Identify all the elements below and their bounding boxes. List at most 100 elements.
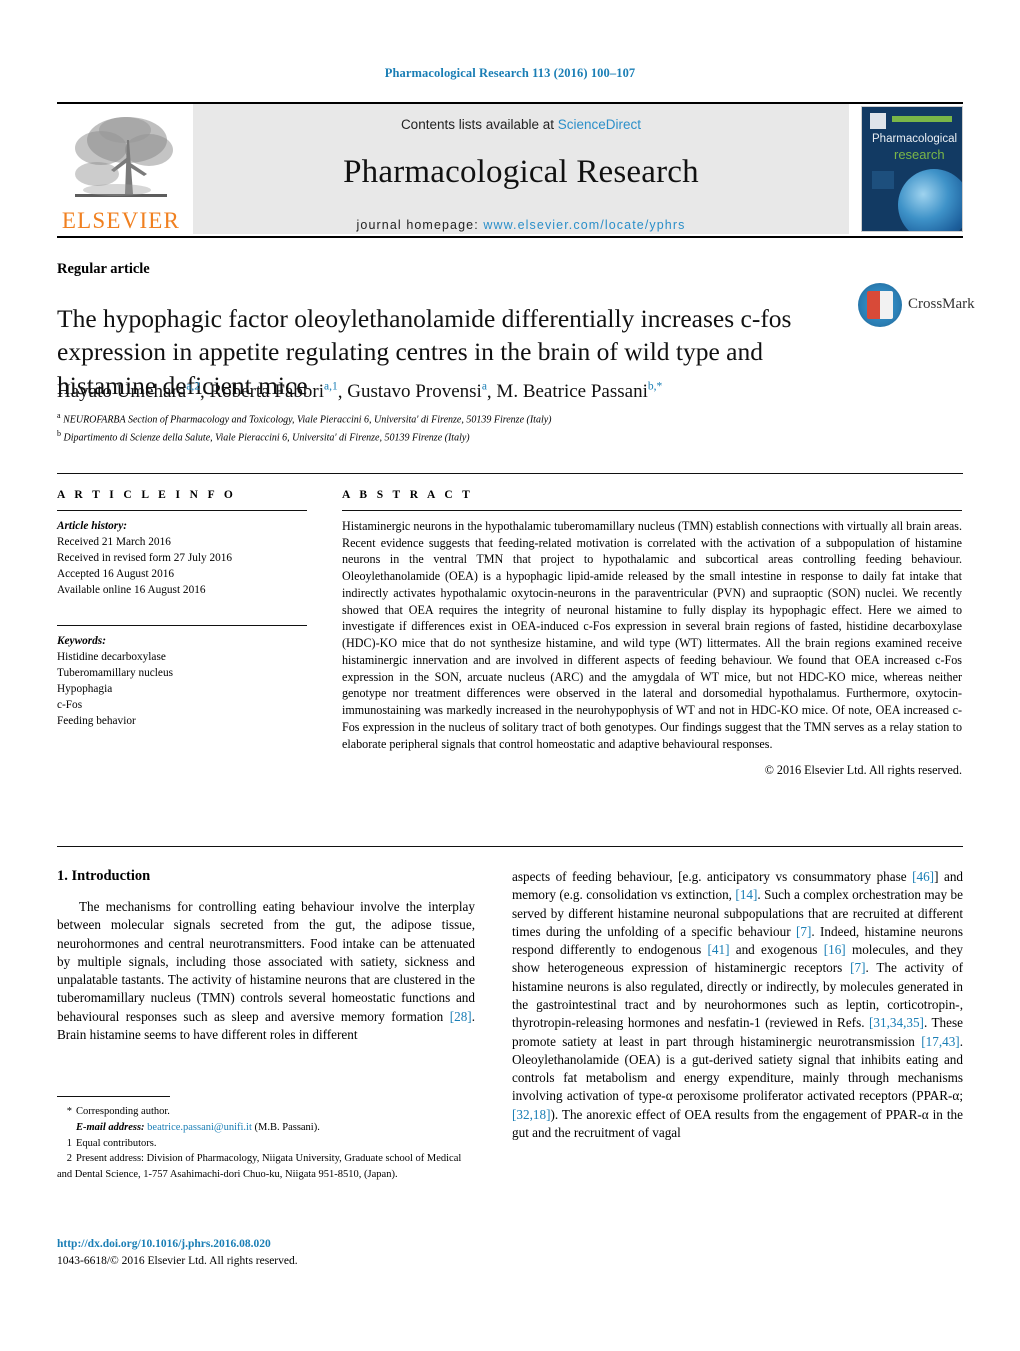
affiliation-mark: a <box>57 411 61 420</box>
elsevier-wordmark: ELSEVIER <box>61 208 181 233</box>
email-label: E-mail address: <box>76 1121 145 1133</box>
footnote-corresponding-text: Corresponding author. <box>76 1106 170 1117</box>
author-name: M. Beatrice Passani <box>496 381 648 403</box>
author-marks: b,* <box>647 381 663 393</box>
journal-cover-thumbnail: Pharmacological research <box>857 104 963 234</box>
cover-title-line1: Pharmacological <box>872 133 958 145</box>
cover-small-mark <box>872 171 894 189</box>
crossmark-book-right-icon <box>880 291 893 319</box>
contents-lists-line: Contents lists available at ScienceDirec… <box>401 117 641 132</box>
history-item: Received 21 March 2016 <box>57 536 171 549</box>
keyword-item: Feeding behavior <box>57 715 136 728</box>
article-history: Article history: Received 21 March 2016 … <box>57 518 307 598</box>
sciencedirect-link[interactable]: ScienceDirect <box>558 117 641 132</box>
cover-title-line2: research <box>894 147 945 162</box>
author: M. Beatrice Passanib,* <box>496 381 662 402</box>
footnote-corresponding: * Corresponding author. <box>57 1104 477 1120</box>
footnote-1-text: Equal contributors. <box>76 1137 157 1149</box>
cover-green-bar <box>892 116 952 122</box>
elsevier-logo: ELSEVIER <box>57 104 185 234</box>
affiliation-list: a NEUROFARBA Section of Pharmacology and… <box>57 410 937 446</box>
history-item: Accepted 16 August 2016 <box>57 568 175 581</box>
footnote-mark-asterisk: * <box>66 1106 72 1117</box>
author-name: Gustavo Provensi <box>347 381 482 403</box>
journal-homepage-line: journal homepage: www.elsevier.com/locat… <box>357 218 686 232</box>
footnote-email: E-mail address: beatrice.passani@unifi.i… <box>57 1120 477 1136</box>
article-info-column: A R T I C L E I N F O Article history: R… <box>57 489 307 729</box>
article-info-heading: A R T I C L E I N F O <box>57 489 237 501</box>
body-column-left: 1. Introduction The mechanisms for contr… <box>57 868 475 1044</box>
affiliation-mark: b <box>57 428 61 438</box>
author-marks: a,1 <box>324 381 338 393</box>
contents-prefix: Contents lists available at <box>400 117 558 132</box>
affiliation-text: Dipartimento di Scienze della Salute, Vi… <box>63 432 470 444</box>
reference-link[interactable]: [32,18] <box>512 1107 550 1122</box>
affiliation-text: NEUROFARBA Section of Pharmacology and T… <box>63 414 552 426</box>
affiliation-item: b Dipartimento di Scienze della Salute, … <box>57 428 937 446</box>
abstract-divider <box>342 510 962 511</box>
header-rule-bottom <box>57 236 963 238</box>
abstract-copyright: © 2016 Elsevier Ltd. All rights reserved… <box>764 763 962 778</box>
reference-link[interactable]: [16] <box>824 942 846 957</box>
abstract-text: Histaminergic neurons in the hypothalami… <box>342 519 962 751</box>
reference-link[interactable]: [14] <box>735 887 757 902</box>
journal-article-page: Pharmacological Research 113 (2016) 100–… <box>0 0 1020 1351</box>
running-head: Pharmacological Research 113 (2016) 100–… <box>384 66 636 80</box>
footnote-2: 2 Present address: Division of Pharmacolo… <box>57 1151 477 1183</box>
crossmark-label: CrossMark <box>908 296 975 312</box>
intro-paragraph-right: aspects of feeding behaviour, [e.g. anti… <box>512 869 964 1140</box>
keyword-item: c-Fos <box>57 699 83 712</box>
footnote-2-text: Present address: Division of Pharmacolog… <box>57 1153 462 1180</box>
intro-paragraph-left: The mechanisms for controlling eating be… <box>57 899 475 1042</box>
author: Hayato Umeharaa,2 <box>57 381 200 402</box>
doi-link[interactable]: http://dx.doi.org/10.1016/j.phrs.2016.08… <box>57 1236 487 1253</box>
crossmark-badge[interactable]: CrossMark <box>858 283 975 329</box>
keyword-item: Histidine decarboxylase <box>57 651 166 664</box>
abstract-block-rule-top <box>57 473 963 474</box>
reference-link[interactable]: [31,34,35] <box>869 1015 924 1030</box>
abstract-column: A B S T R A C T Histaminergic neurons in… <box>342 489 962 778</box>
reference-link[interactable]: [7] <box>850 960 865 975</box>
reference-link[interactable]: [41] <box>707 942 729 957</box>
affiliation-item: a NEUROFARBA Section of Pharmacology and… <box>57 410 937 428</box>
keywords-list: Keywords: Histidine decarboxylase Tubero… <box>57 633 307 729</box>
section-title-introduction: 1. Introduction <box>57 868 151 884</box>
author-name: Roberta Fabbri <box>209 381 324 403</box>
author: Gustavo Provensia <box>347 381 487 402</box>
article-history-label: Article history: <box>57 520 127 532</box>
crossmark-book-left-icon <box>867 291 880 319</box>
reference-link[interactable]: [17,43] <box>921 1034 959 1049</box>
abstract-heading: A B S T R A C T <box>342 489 474 501</box>
email-link[interactable]: beatrice.passani@unifi.it <box>147 1122 252 1133</box>
author-marks: a <box>481 381 487 393</box>
journal-banner: Contents lists available at ScienceDirec… <box>193 104 849 234</box>
history-item: Received in revised form 27 July 2016 <box>57 552 233 565</box>
abstract-block-rule-bottom <box>57 846 963 847</box>
footnote-divider <box>57 1096 170 1097</box>
doi-block: http://dx.doi.org/10.1016/j.phrs.2016.08… <box>57 1236 487 1271</box>
reference-link[interactable]: [28] <box>450 1009 472 1024</box>
footnote-mark-2: 2 <box>66 1153 72 1165</box>
homepage-url-link[interactable]: www.elsevier.com/locate/yphrs <box>483 218 685 232</box>
keyword-item: Hypophagia <box>57 683 113 696</box>
journal-header-band: ELSEVIER Contents lists available at Sci… <box>57 104 963 234</box>
footnote-1: 1 Equal contributors. <box>57 1136 477 1152</box>
footnotes-block: * Corresponding author. E-mail address: b… <box>57 1104 477 1183</box>
cover-image-circle <box>898 169 962 231</box>
keywords-label: Keywords: <box>57 635 106 648</box>
journal-title: Pharmacological Research <box>343 154 699 190</box>
keywords-divider <box>57 625 307 627</box>
issn-copyright-line: 1043-6618/© 2016 Elsevier Ltd. All right… <box>57 1255 298 1268</box>
author: Roberta Fabbria,1 <box>209 381 337 402</box>
article-info-divider <box>57 510 307 511</box>
history-item: Available online 16 August 2016 <box>57 584 206 597</box>
article-type-label: Regular article <box>57 261 150 277</box>
cover-logo-square <box>870 113 886 129</box>
reference-link[interactable]: [46] <box>912 869 934 884</box>
body-column-right: aspects of feeding behaviour, [e.g. anti… <box>512 868 963 1142</box>
author-name: Hayato Umehara <box>57 381 187 403</box>
email-suffix: (M.B. Passani). <box>254 1121 320 1133</box>
reference-link[interactable]: [7] <box>796 924 811 939</box>
author-list: Hayato Umeharaa,2, Roberta Fabbria,1, Gu… <box>57 381 663 403</box>
